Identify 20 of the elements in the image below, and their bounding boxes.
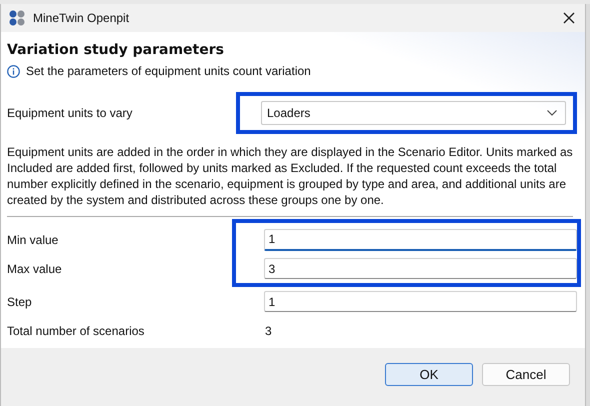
info-icon [7,64,20,78]
close-icon[interactable] [563,12,575,24]
field-label: Total number of scenarios [7,324,146,338]
app-logo-icon [9,10,25,26]
number-field[interactable]: 1 [264,291,577,312]
description-text: Equipment units are added in the order in which they are displayed in the Scenario Editor. Units marked as Included are added first, followed by units marked as Excluded. If the requested count exceeds the total number explicitly defined in the scenario, equipment is grouped by type and area, and additional units are created by the system and distributed across these groups one by one. [7,144,574,208]
ok-button[interactable]: OK [385,362,473,386]
field-label: Equipment units to vary [7,106,134,120]
dialog-heading: Variation study parameters [7,42,225,58]
info-text: Set the parameters of equipment units count variation [26,64,311,78]
field-label: Step [7,294,33,308]
field-label: Max value [7,262,63,276]
number-field[interactable]: 1 [264,228,577,250]
equipment-dropdown[interactable]: Loaders [261,101,566,125]
field-label: Min value [7,232,60,246]
scenario-count: 3 [264,324,272,338]
chevron-down-icon [547,110,557,116]
window-title: MineTwin Openpit [33,11,130,25]
cancel-button[interactable]: Cancel [482,362,570,386]
number-field[interactable]: 3 [264,258,577,279]
